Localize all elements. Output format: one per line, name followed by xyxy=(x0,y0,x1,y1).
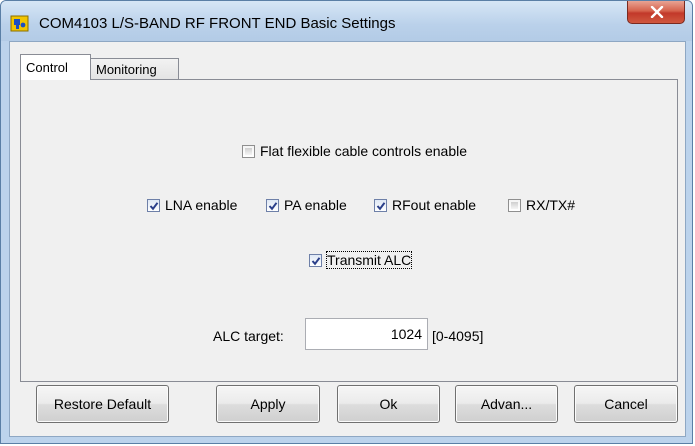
transmit-alc-checkbox[interactable]: Transmit ALC xyxy=(309,251,413,269)
alc-target-input[interactable]: 1024 xyxy=(305,318,428,350)
checkbox-box[interactable] xyxy=(309,253,322,267)
apply-label: Apply xyxy=(250,396,286,412)
lna-enable-checkbox[interactable]: LNA enable xyxy=(147,197,237,213)
checkbox-box[interactable] xyxy=(508,198,521,212)
close-button[interactable] xyxy=(627,1,685,24)
flat-cable-checkbox[interactable]: Flat flexible cable controls enable xyxy=(242,143,467,159)
checkmark-icon xyxy=(149,201,159,210)
tab-control[interactable]: Control xyxy=(20,54,91,80)
checkbox-box[interactable] xyxy=(374,198,387,212)
rfout-enable-checkbox[interactable]: RFout enable xyxy=(374,197,476,213)
pa-enable-checkbox[interactable]: PA enable xyxy=(266,197,347,213)
restore-default-label: Restore Default xyxy=(53,396,152,412)
checkbox-box[interactable] xyxy=(266,198,279,212)
apply-button[interactable]: Apply xyxy=(216,385,320,423)
title-bar[interactable]: COM4103 L/S-BAND RF FRONT END Basic Sett… xyxy=(1,1,692,41)
dialog-window: COM4103 L/S-BAND RF FRONT END Basic Sett… xyxy=(0,0,693,444)
close-icon xyxy=(650,6,664,18)
window-title: COM4103 L/S-BAND RF FRONT END Basic Sett… xyxy=(39,15,396,32)
ok-label: Ok xyxy=(379,396,398,412)
cancel-button[interactable]: Cancel xyxy=(574,385,678,423)
advanced-label: Advan... xyxy=(480,396,533,412)
rfout-enable-label: RFout enable xyxy=(392,197,477,213)
lna-enable-label: LNA enable xyxy=(165,197,238,213)
checkmark-icon xyxy=(268,201,278,210)
cancel-label: Cancel xyxy=(604,396,648,412)
rxtx-label: RX/TX# xyxy=(526,197,576,213)
flat-cable-label: Flat flexible cable controls enable xyxy=(260,143,468,159)
restore-default-button[interactable]: Restore Default xyxy=(36,385,169,423)
advanced-button[interactable]: Advan... xyxy=(455,385,558,423)
tab-monitoring[interactable]: Monitoring xyxy=(90,58,179,80)
alc-target-range: [0-4095] xyxy=(432,328,484,344)
alc-target-label: ALC target: xyxy=(213,328,284,344)
checkmark-icon xyxy=(376,201,386,210)
checkmark-icon xyxy=(311,256,321,265)
transmit-alc-label: Transmit ALC xyxy=(325,251,413,269)
puzzle-icon xyxy=(10,13,30,33)
tab-label: Monitoring xyxy=(96,62,157,77)
rxtx-checkbox[interactable]: RX/TX# xyxy=(508,197,575,213)
checkbox-box[interactable] xyxy=(147,198,160,212)
tab-label: Control xyxy=(26,60,68,75)
pa-enable-label: PA enable xyxy=(284,197,347,213)
checkbox-box[interactable] xyxy=(242,144,255,158)
dialog-body: Control Monitoring Flat flexible cable c… xyxy=(9,41,686,437)
ok-button[interactable]: Ok xyxy=(337,385,440,423)
